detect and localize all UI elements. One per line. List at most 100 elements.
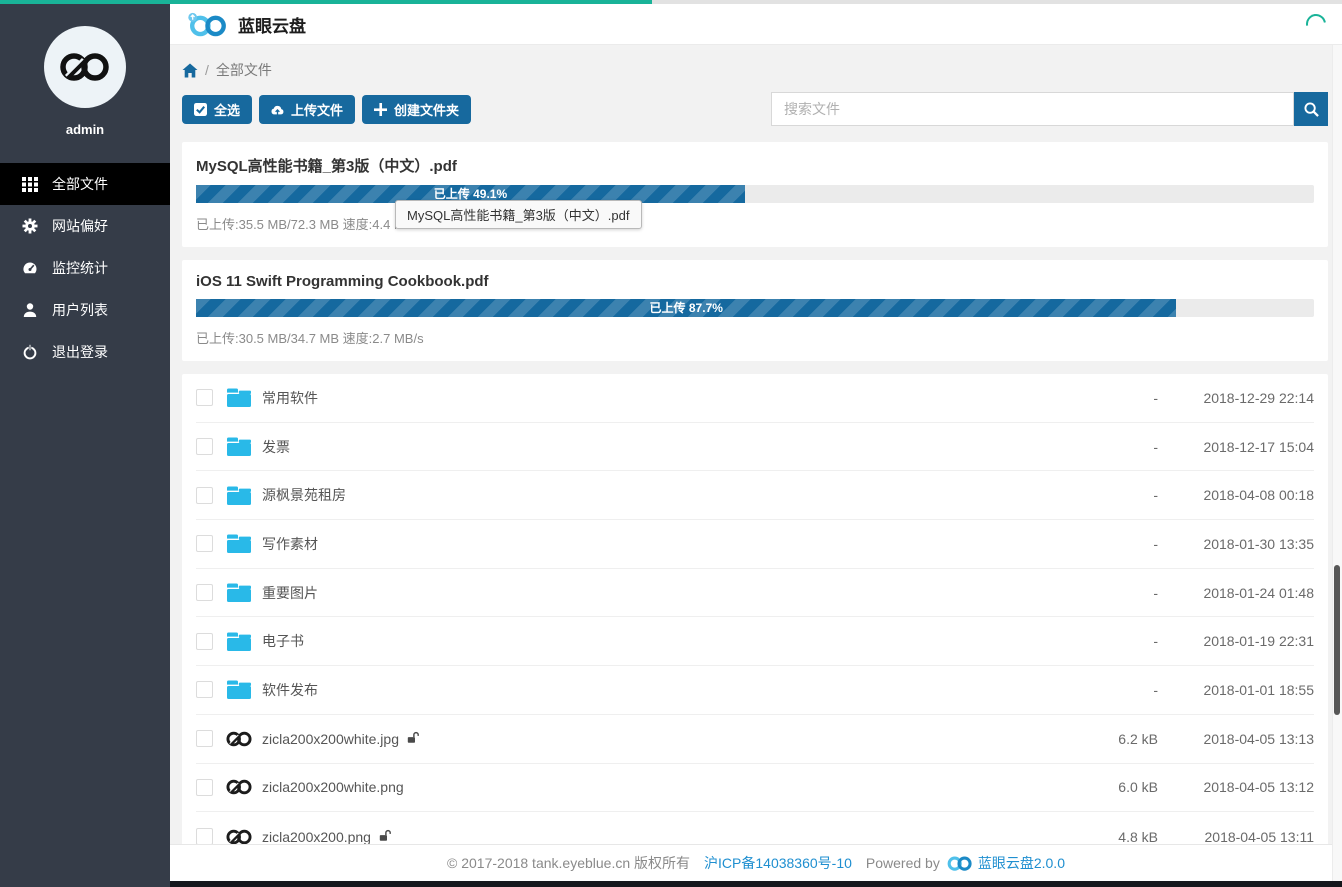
app-header: 蓝眼云盘 <box>170 4 1342 45</box>
file-name[interactable]: 写作素材 <box>262 534 318 554</box>
user-icon <box>22 302 38 318</box>
breadcrumb: / 全部文件 <box>182 60 1328 80</box>
search-icon <box>1304 102 1319 117</box>
create-folder-button[interactable]: 创建文件夹 <box>362 95 471 124</box>
row-checkbox[interactable] <box>196 487 213 504</box>
folder-icon <box>227 534 251 553</box>
file-size: - <box>1048 585 1158 601</box>
sidebar-item-label: 监控统计 <box>52 258 108 278</box>
file-row[interactable]: 软件发布 - 2018-01-01 18:55 <box>196 666 1314 715</box>
row-checkbox[interactable] <box>196 779 213 796</box>
scrollbar-track[interactable] <box>1332 45 1342 881</box>
file-date: 2018-12-29 22:14 <box>1158 390 1314 406</box>
upload-progress-bar: 已上传 49.1% <box>196 185 1314 203</box>
sidebar-item-all-files[interactable]: 全部文件 <box>0 163 170 205</box>
sidebar: admin 全部文件 网站偏好 监控统计 用户列表 <box>0 4 170 887</box>
folder-icon <box>227 583 251 602</box>
file-date: 2018-01-01 18:55 <box>1158 682 1314 698</box>
sidebar-item-label: 全部文件 <box>52 174 108 194</box>
file-name[interactable]: 常用软件 <box>262 388 318 408</box>
search-box <box>771 92 1328 126</box>
sidebar-item-preferences[interactable]: 网站偏好 <box>0 205 170 247</box>
file-size: - <box>1048 682 1158 698</box>
breadcrumb-current[interactable]: 全部文件 <box>216 60 272 80</box>
file-row[interactable]: 电子书 - 2018-01-19 22:31 <box>196 617 1314 666</box>
create-folder-label: 创建文件夹 <box>394 100 459 119</box>
brand-logo-icon[interactable] <box>186 11 228 37</box>
image-thumb-icon <box>226 731 252 747</box>
upload-file-button[interactable]: 上传文件 <box>259 95 355 124</box>
sidebar-item-label: 用户列表 <box>52 300 108 320</box>
file-size: 4.8 kB <box>1048 829 1158 845</box>
folder-icon <box>227 680 251 699</box>
power-icon <box>22 344 38 360</box>
row-checkbox[interactable] <box>196 828 213 845</box>
main-area: 蓝眼云盘 / 全部文件 全选 上传文件 创建文件夹 <box>170 4 1342 887</box>
sidebar-item-logout[interactable]: 退出登录 <box>0 331 170 373</box>
file-name[interactable]: 软件发布 <box>262 680 318 700</box>
loading-spinner-icon <box>1302 10 1330 38</box>
upload-file-label: 上传文件 <box>291 100 343 119</box>
upload-progress-bar: 已上传 87.7% <box>196 299 1314 317</box>
cloud-upload-icon <box>271 103 284 116</box>
file-row[interactable]: 源枫景苑租房 - 2018-04-08 00:18 <box>196 471 1314 520</box>
sidebar-item-label: 网站偏好 <box>52 216 108 236</box>
breadcrumb-separator: / <box>205 62 209 78</box>
copyright-text: © 2017-2018 tank.eyeblue.cn 版权所有 <box>447 853 690 873</box>
file-row[interactable]: zicla200x200white.png 6.0 kB 2018-04-05 … <box>196 764 1314 813</box>
gear-icon <box>22 218 38 234</box>
file-name[interactable]: 重要图片 <box>262 583 318 603</box>
file-row[interactable]: 重要图片 - 2018-01-24 01:48 <box>196 569 1314 618</box>
search-button[interactable] <box>1294 92 1328 126</box>
row-checkbox[interactable] <box>196 633 213 650</box>
file-date: 2018-04-05 13:13 <box>1158 731 1314 747</box>
grid-icon <box>22 176 38 192</box>
file-row[interactable]: 常用软件 - 2018-12-29 22:14 <box>196 374 1314 423</box>
sidebar-item-users[interactable]: 用户列表 <box>0 289 170 331</box>
folder-icon <box>227 388 251 407</box>
upload-status-text: 已上传:30.5 MB/34.7 MB 速度:2.7 MB/s <box>196 328 1314 347</box>
select-all-label: 全选 <box>214 100 240 119</box>
row-checkbox[interactable] <box>196 730 213 747</box>
home-icon[interactable] <box>182 63 198 78</box>
avatar[interactable] <box>44 26 126 108</box>
select-all-button[interactable]: 全选 <box>182 95 252 124</box>
plus-icon <box>374 103 387 116</box>
row-checkbox[interactable] <box>196 438 213 455</box>
folder-icon <box>227 437 251 456</box>
scrollbar-thumb[interactable] <box>1334 565 1340 715</box>
row-checkbox[interactable] <box>196 389 213 406</box>
folder-icon <box>227 632 251 651</box>
sidebar-menu: 全部文件 网站偏好 监控统计 用户列表 退出登录 <box>0 163 170 373</box>
upload-tooltip: MySQL高性能书籍_第3版（中文）.pdf <box>395 200 642 229</box>
upload-card: MySQL高性能书籍_第3版（中文）.pdf 已上传 49.1% 已上传:35.… <box>182 142 1328 247</box>
check-square-icon <box>194 103 207 116</box>
file-row[interactable]: zicla200x200white.jpg 6.2 kB 2018-04-05 … <box>196 715 1314 764</box>
search-input[interactable] <box>771 92 1294 126</box>
row-checkbox[interactable] <box>196 535 213 552</box>
row-checkbox[interactable] <box>196 681 213 698</box>
unlock-icon <box>379 829 391 845</box>
file-name[interactable]: zicla200x200.png <box>262 829 391 845</box>
file-name[interactable]: 电子书 <box>262 631 304 651</box>
file-row[interactable]: 发票 - 2018-12-17 15:04 <box>196 423 1314 472</box>
file-name[interactable]: zicla200x200white.jpg <box>262 731 419 747</box>
file-name[interactable]: zicla200x200white.png <box>262 779 404 795</box>
file-name[interactable]: 发票 <box>262 437 290 457</box>
username: admin <box>0 122 170 137</box>
toolbar: 全选 上传文件 创建文件夹 <box>182 92 1328 126</box>
row-checkbox[interactable] <box>196 584 213 601</box>
powered-by-label: Powered by <box>866 855 940 871</box>
upload-card: iOS 11 Swift Programming Cookbook.pdf 已上… <box>182 260 1328 361</box>
file-name[interactable]: 源枫景苑租房 <box>262 485 346 505</box>
file-size: - <box>1048 439 1158 455</box>
file-row[interactable]: 写作素材 - 2018-01-30 13:35 <box>196 520 1314 569</box>
file-size: - <box>1048 536 1158 552</box>
app-title: 蓝眼云盘 <box>238 12 306 37</box>
sidebar-item-monitoring[interactable]: 监控统计 <box>0 247 170 289</box>
image-thumb-icon <box>226 829 252 845</box>
brand-version-link[interactable]: 蓝眼云盘2.0.0 <box>978 853 1065 873</box>
icp-link[interactable]: 沪ICP备14038360号-10 <box>704 853 852 873</box>
folder-icon <box>227 486 251 505</box>
powered-by: Powered by 蓝眼云盘2.0.0 <box>866 853 1065 873</box>
